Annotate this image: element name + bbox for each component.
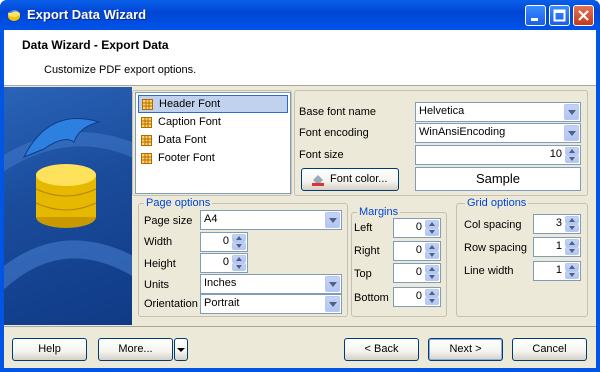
spin-down-icon[interactable] bbox=[565, 155, 579, 163]
margin-top-spinner[interactable]: 0 bbox=[393, 263, 441, 283]
page-subtitle: Customize PDF export options. bbox=[44, 64, 197, 76]
dialog-body: Data Wizard - Export Data Customize PDF … bbox=[4, 30, 596, 368]
chevron-down-icon[interactable] bbox=[564, 125, 579, 141]
height-spinner[interactable]: 0 bbox=[200, 253, 248, 273]
spin-down-icon[interactable] bbox=[565, 224, 579, 232]
margin-top-label: Top bbox=[354, 268, 372, 280]
footer-divider bbox=[4, 326, 596, 327]
font-sample-preview: Sample bbox=[415, 167, 581, 191]
margin-left-spinner[interactable]: 0 bbox=[393, 218, 441, 238]
font-type-list[interactable]: Header Font Caption Font Data Font Foote… bbox=[135, 92, 291, 194]
margin-bottom-label: Bottom bbox=[354, 292, 389, 304]
chevron-down-icon bbox=[177, 348, 185, 352]
minimize-button[interactable] bbox=[525, 5, 546, 26]
spin-down-icon[interactable] bbox=[425, 297, 439, 305]
maximize-button[interactable] bbox=[549, 5, 570, 26]
close-icon bbox=[578, 10, 589, 21]
chevron-down-icon[interactable] bbox=[564, 104, 579, 120]
paint-bucket-icon bbox=[312, 175, 324, 186]
spin-up-icon[interactable] bbox=[565, 263, 579, 271]
maximize-icon bbox=[553, 9, 566, 22]
margin-left-label: Left bbox=[354, 222, 373, 234]
units-label: Units bbox=[144, 279, 170, 291]
margins-title: Margins bbox=[357, 206, 401, 218]
row-spacing-label: Row spacing bbox=[464, 242, 527, 254]
next-button[interactable]: Next > bbox=[428, 338, 503, 361]
more-dropdown-button[interactable] bbox=[174, 338, 188, 361]
spin-up-icon[interactable] bbox=[232, 234, 246, 242]
grid-font-icon bbox=[141, 153, 152, 164]
chevron-down-icon[interactable] bbox=[325, 296, 340, 312]
wizard-header: Data Wizard - Export Data Customize PDF … bbox=[4, 30, 596, 86]
wizard-sidebar-image bbox=[4, 87, 132, 325]
margin-bottom-spinner[interactable]: 0 bbox=[393, 287, 441, 307]
help-button[interactable]: Help bbox=[12, 338, 87, 361]
app-icon bbox=[8, 9, 20, 21]
font-color-button[interactable]: Font color... bbox=[301, 168, 399, 191]
grid-options-title: Grid options bbox=[465, 197, 529, 209]
spin-up-icon[interactable] bbox=[232, 255, 246, 263]
window-title: Export Data Wizard bbox=[27, 7, 147, 22]
margin-right-spinner[interactable]: 0 bbox=[393, 241, 441, 261]
line-width-label: Line width bbox=[464, 265, 514, 277]
margin-right-label: Right bbox=[354, 245, 380, 257]
font-encoding-label: Font encoding bbox=[299, 127, 369, 139]
title-bar[interactable]: Export Data Wizard bbox=[0, 0, 600, 30]
spin-down-icon[interactable] bbox=[425, 273, 439, 281]
grid-font-icon bbox=[141, 117, 152, 128]
list-item-header-font[interactable]: Header Font bbox=[138, 95, 288, 113]
font-size-spinner[interactable]: 10 bbox=[415, 145, 581, 165]
dolphin-database-icon bbox=[4, 118, 132, 290]
page-options-title: Page options bbox=[144, 197, 213, 209]
spin-up-icon[interactable] bbox=[565, 216, 579, 224]
col-spacing-label: Col spacing bbox=[464, 219, 522, 231]
page-size-select[interactable]: A4 bbox=[200, 210, 342, 230]
spin-down-icon[interactable] bbox=[232, 263, 246, 271]
spin-down-icon[interactable] bbox=[565, 271, 579, 279]
units-select[interactable]: Inches bbox=[200, 274, 342, 294]
spin-down-icon[interactable] bbox=[232, 242, 246, 250]
grid-font-icon bbox=[142, 99, 153, 110]
chevron-down-icon[interactable] bbox=[325, 276, 340, 292]
chevron-down-icon[interactable] bbox=[325, 212, 340, 228]
spin-down-icon[interactable] bbox=[425, 228, 439, 236]
page-size-label: Page size bbox=[144, 215, 193, 227]
font-size-label: Font size bbox=[299, 149, 344, 161]
spin-down-icon[interactable] bbox=[565, 247, 579, 255]
page-title: Data Wizard - Export Data bbox=[22, 38, 169, 52]
spin-up-icon[interactable] bbox=[565, 147, 579, 155]
row-spacing-spinner[interactable]: 1 bbox=[533, 237, 581, 257]
list-item-caption-font[interactable]: Caption Font bbox=[138, 114, 288, 132]
spin-down-icon[interactable] bbox=[425, 251, 439, 259]
spin-up-icon[interactable] bbox=[425, 289, 439, 297]
minimize-icon bbox=[531, 18, 538, 21]
list-item-footer-font[interactable]: Footer Font bbox=[138, 150, 288, 168]
base-font-select[interactable]: Helvetica bbox=[415, 102, 581, 122]
spin-up-icon[interactable] bbox=[425, 243, 439, 251]
spin-up-icon[interactable] bbox=[425, 220, 439, 228]
list-item-data-font[interactable]: Data Font bbox=[138, 132, 288, 150]
orientation-label: Orientation bbox=[144, 298, 198, 310]
spin-up-icon[interactable] bbox=[565, 239, 579, 247]
width-spinner[interactable]: 0 bbox=[200, 232, 248, 252]
grid-font-icon bbox=[141, 135, 152, 146]
width-label: Width bbox=[144, 236, 173, 248]
more-button[interactable]: More... bbox=[98, 338, 173, 361]
height-label: Height bbox=[144, 258, 176, 270]
close-button[interactable] bbox=[573, 5, 594, 26]
spin-up-icon[interactable] bbox=[425, 265, 439, 273]
line-width-spinner[interactable]: 1 bbox=[533, 261, 581, 281]
wizard-window: Export Data Wizard Data Wizard - Export … bbox=[0, 0, 600, 372]
cancel-button[interactable]: Cancel bbox=[512, 338, 587, 361]
back-button[interactable]: < Back bbox=[344, 338, 419, 361]
orientation-select[interactable]: Portrait bbox=[200, 294, 342, 314]
font-encoding-select[interactable]: WinAnsiEncoding bbox=[415, 123, 581, 143]
col-spacing-spinner[interactable]: 3 bbox=[533, 214, 581, 234]
base-font-label: Base font name bbox=[299, 106, 377, 118]
